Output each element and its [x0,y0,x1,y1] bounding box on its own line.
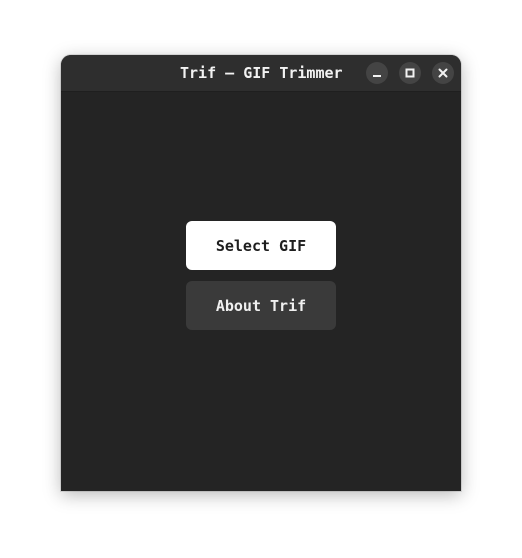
minimize-icon [372,68,382,78]
minimize-button[interactable] [366,62,388,84]
main-content: Select GIF About Trif [61,92,461,491]
close-button[interactable] [432,62,454,84]
app-window: Trif – GIF Trimmer Select GIF About Trif [61,55,461,491]
maximize-button[interactable] [399,62,421,84]
maximize-icon [405,68,415,78]
about-button[interactable]: About Trif [186,281,336,330]
close-icon [438,68,448,78]
window-title: Trif – GIF Trimmer [180,64,343,82]
select-gif-button[interactable]: Select GIF [186,221,336,270]
title-bar[interactable]: Trif – GIF Trimmer [61,55,461,92]
